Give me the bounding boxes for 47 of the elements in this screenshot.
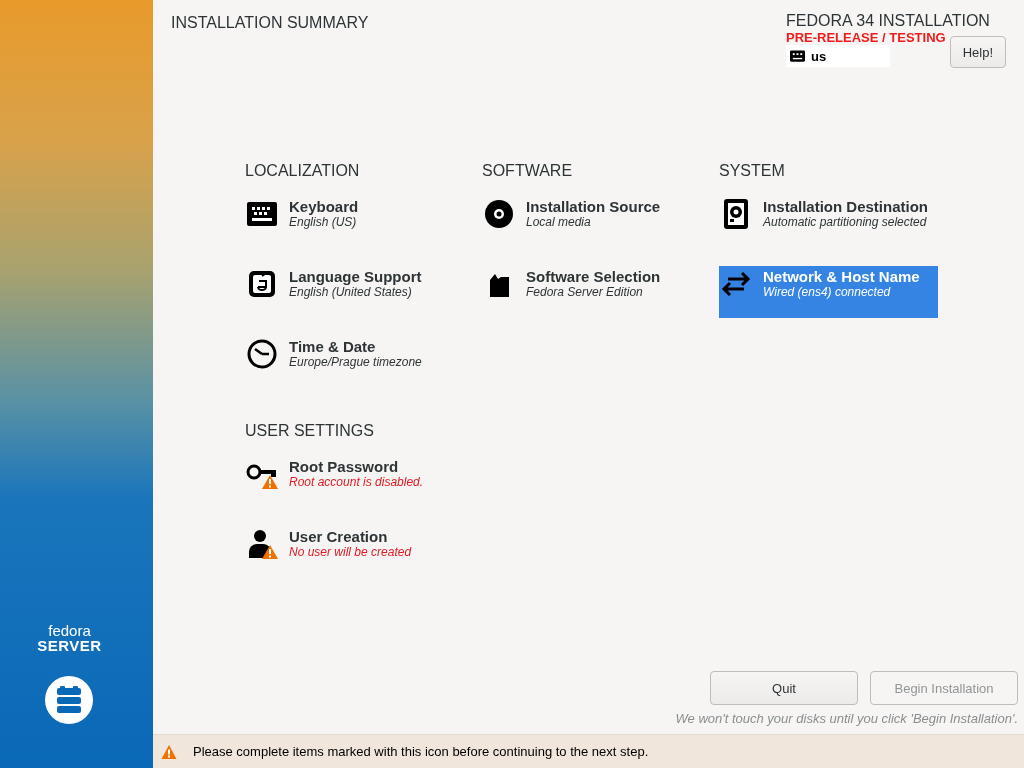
product-name: SERVER xyxy=(37,637,102,654)
spoke-title: Root Password xyxy=(289,458,400,475)
spoke-status: Root account is disabled. xyxy=(289,475,424,489)
summary-spoke[interactable]: Installation Destination Automatic partitioning selected xyxy=(719,196,938,248)
section-heading: LOCALIZATION xyxy=(245,162,361,181)
keyboard-layout-label: us xyxy=(811,48,827,64)
summary-spoke[interactable]: Installation Source Local media xyxy=(482,196,701,248)
keyboard-icon xyxy=(790,50,805,62)
help-button[interactable]: Help! xyxy=(949,36,1006,68)
spoke-title: Time & Date xyxy=(289,338,377,355)
spoke-title: Network & Host Name xyxy=(763,268,920,285)
release-note: PRE-RELEASE / TESTING xyxy=(786,30,946,45)
spoke-status: English (United States) xyxy=(289,285,413,299)
summary-spoke[interactable]: Time & Date Europe/Prague timezone xyxy=(245,336,464,388)
spoke-status: Automatic partitioning selected xyxy=(763,215,928,229)
product-title: FEDORA 34 INSTALLATION xyxy=(786,12,991,30)
clock-icon xyxy=(245,338,279,370)
spoke-status: Europe/Prague timezone xyxy=(289,355,422,369)
spoke-title: Installation Destination xyxy=(763,198,928,215)
spoke-title: Keyboard xyxy=(289,198,359,215)
spoke-status: Fedora Server Edition xyxy=(526,285,644,299)
spoke-title: Language Support xyxy=(289,268,422,285)
spoke-status: Wired (ens4) connected xyxy=(763,285,892,299)
warning-icon xyxy=(161,743,177,760)
disk-note: We won't touch your disks until you click 'Begin Installation'. xyxy=(674,710,1019,728)
summary-spoke[interactable]: Root Password Root account is disabled. xyxy=(245,456,464,508)
disc-icon xyxy=(482,198,516,230)
summary-spoke[interactable]: Network & Host Name Wired (ens4) connected xyxy=(719,266,938,318)
warning-message: Please complete items marked with this icon before continuing to the next step. xyxy=(193,744,649,759)
summary-spoke[interactable]: Keyboard English (US) xyxy=(245,196,464,248)
spoke-status: No user will be created xyxy=(289,545,412,559)
summary-spoke[interactable]: Language Support English (United States) xyxy=(245,266,464,318)
spoke-status: Local media xyxy=(526,215,592,229)
server-logo-icon xyxy=(44,676,93,724)
section-heading: USER SETTINGS xyxy=(245,422,375,441)
section-heading: SOFTWARE xyxy=(482,162,574,181)
spoke-title: Installation Source xyxy=(526,198,661,215)
keyboard-layout-indicator[interactable]: us xyxy=(786,45,890,67)
summary-spoke[interactable]: Software Selection Fedora Server Edition xyxy=(482,266,701,318)
page-title: INSTALLATION SUMMARY xyxy=(171,13,369,33)
spoke-title: Software Selection xyxy=(526,268,661,285)
spoke-title: User Creation xyxy=(289,528,389,545)
quit-button[interactable]: Quit xyxy=(710,671,858,705)
section-heading: SYSTEM xyxy=(719,162,786,181)
brand-wordmark: fedora xyxy=(48,622,91,639)
spoke-status: English (US) xyxy=(289,215,358,229)
summary-spoke[interactable]: User Creation No user will be created xyxy=(245,526,464,578)
